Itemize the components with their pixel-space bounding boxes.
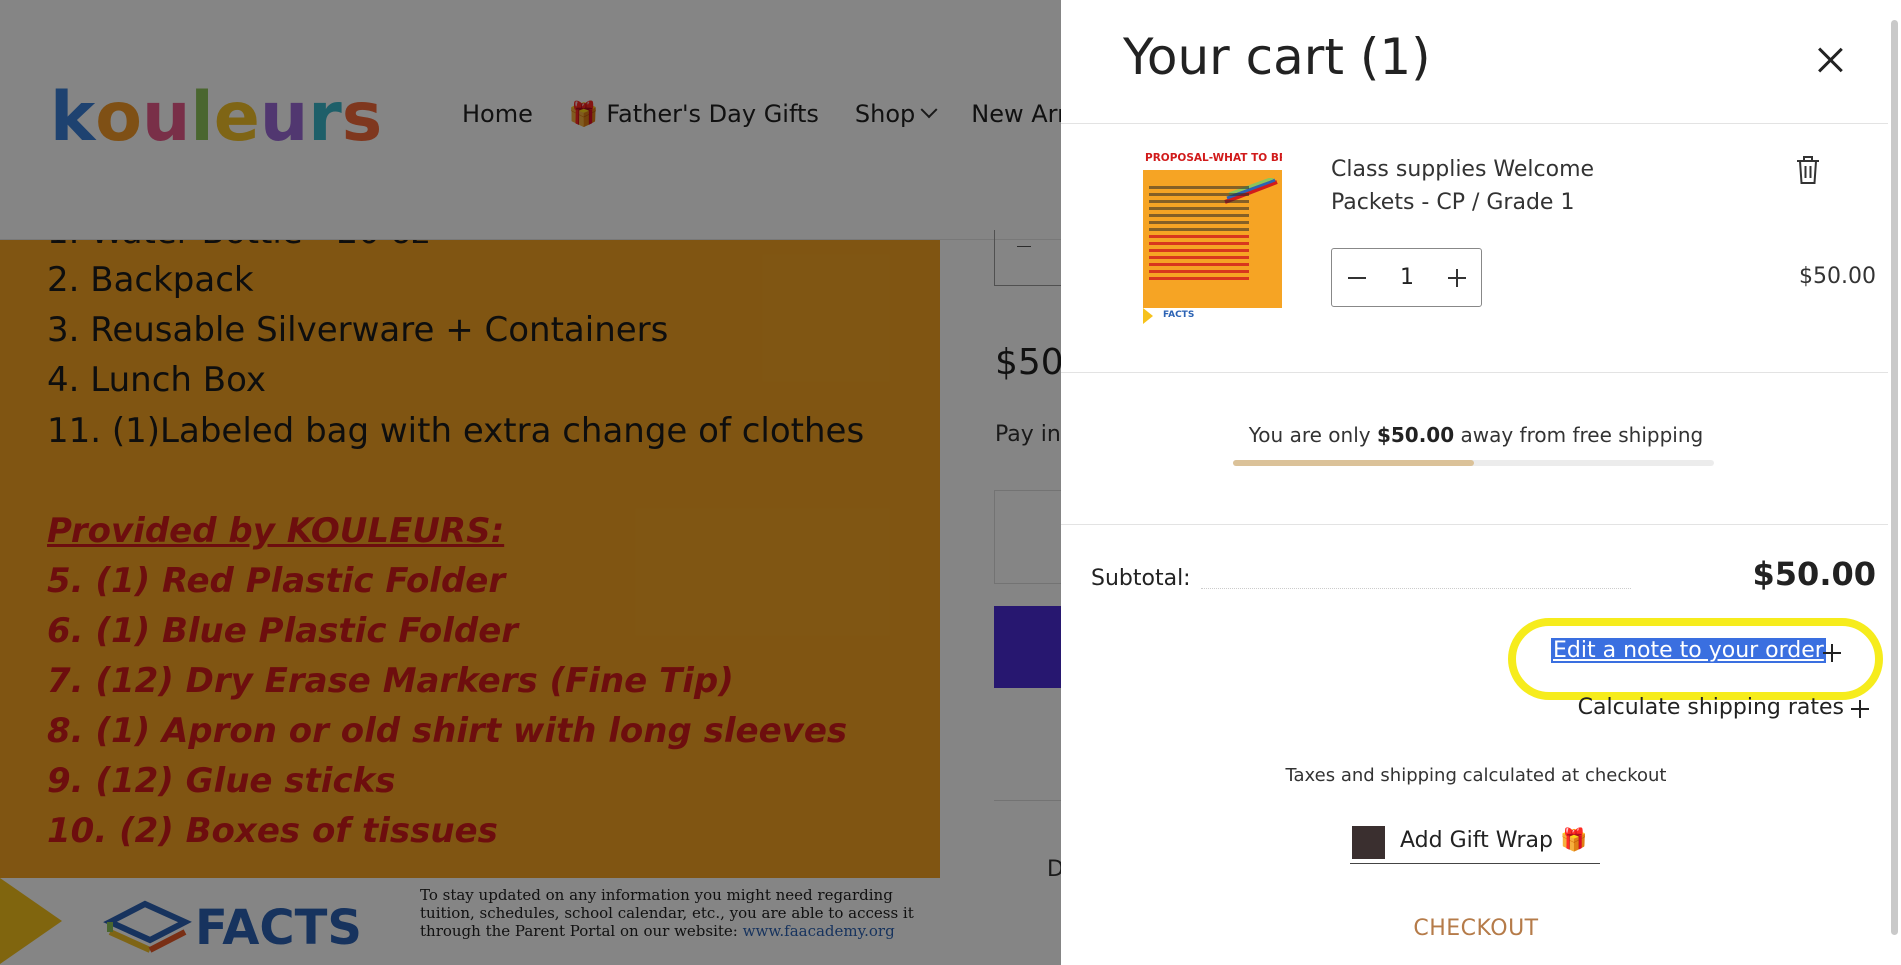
- divider: [1061, 524, 1891, 525]
- subtotal-value: $50.00: [1752, 555, 1876, 593]
- quantity-stepper: 1: [1331, 248, 1482, 307]
- gift-wrap-toggle[interactable]: Add Gift Wrap 🎁: [1350, 822, 1600, 864]
- thumbnail-title: PROPOSAL-WHAT TO BRING: [1145, 152, 1282, 164]
- plus-icon[interactable]: [1823, 644, 1841, 662]
- taxes-note: Taxes and shipping calculated at checkou…: [1285, 765, 1667, 786]
- cart-item-thumbnail[interactable]: PROPOSAL-WHAT TO BRING FACTS: [1143, 150, 1282, 333]
- free-shipping-prefix: You are only: [1248, 423, 1377, 447]
- free-shipping-suffix: away from free shipping: [1454, 423, 1704, 447]
- checkout-button[interactable]: CHECKOUT: [1061, 916, 1891, 941]
- progress-fill: [1233, 460, 1474, 466]
- minus-icon[interactable]: [1332, 249, 1382, 306]
- gift-wrap-checkbox[interactable]: [1352, 826, 1385, 859]
- free-shipping-progress: [1233, 460, 1714, 466]
- cart-drawer: Your cart (1) PROPOSAL-WHAT TO BRING FAC…: [1061, 0, 1901, 965]
- plus-icon[interactable]: [1851, 700, 1869, 718]
- trash-icon[interactable]: [1795, 155, 1821, 185]
- subtotal-dots: [1201, 588, 1631, 589]
- quantity-value[interactable]: 1: [1382, 249, 1432, 306]
- calculate-shipping-link[interactable]: Calculate shipping rates: [1556, 695, 1844, 720]
- cart-item-name[interactable]: Class supplies Welcome Packets - CP / Gr…: [1331, 153, 1651, 219]
- gift-wrap-label: Add Gift Wrap 🎁: [1400, 828, 1588, 853]
- free-shipping-message: You are only $50.00 away from free shipp…: [1061, 423, 1891, 447]
- subtotal-label: Subtotal:: [1091, 566, 1191, 591]
- scrollbar[interactable]: [1888, 0, 1901, 965]
- edit-note-link[interactable]: Edit a note to your order: [1551, 638, 1826, 663]
- modal-overlay[interactable]: [0, 0, 1061, 965]
- divider: [1061, 372, 1891, 373]
- divider: [1061, 123, 1891, 124]
- thumbnail-list: [1149, 186, 1249, 284]
- close-icon[interactable]: [1812, 42, 1848, 78]
- cart-title: Your cart (1): [1123, 28, 1431, 86]
- scrollbar-thumb[interactable]: [1891, 20, 1898, 935]
- free-shipping-amount: $50.00: [1376, 423, 1455, 447]
- plus-icon[interactable]: [1432, 249, 1482, 306]
- cart-item-price: $50.00: [1799, 264, 1876, 289]
